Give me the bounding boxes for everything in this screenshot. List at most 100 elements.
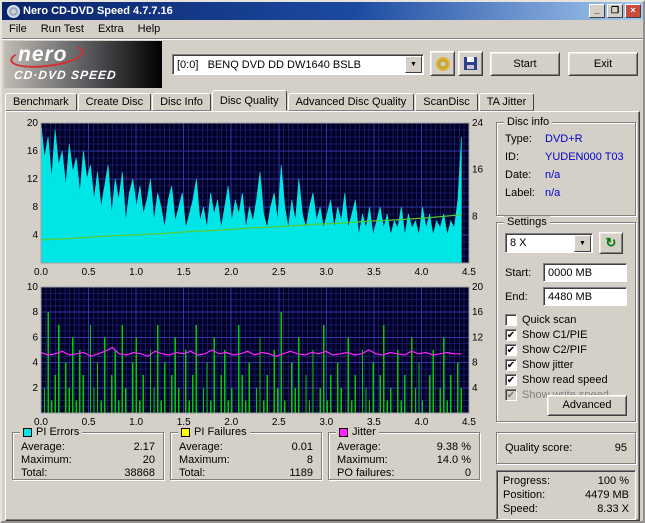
tab-scandisc[interactable]: ScanDisc [415,93,478,111]
svg-text:1.5: 1.5 [177,267,191,278]
show-c2-pif-checkbox[interactable] [505,344,517,356]
refresh-button[interactable]: ↻ [599,232,623,254]
disc-info-label: Type: [505,133,532,145]
progress-value: 100 % [597,475,629,487]
minimize-button[interactable]: _ [589,4,605,18]
checkbox-row-quick-scan[interactable]: Quick scan [505,313,631,327]
disc-date-value: n/a [545,169,561,181]
stat-label: Average: [337,441,381,453]
svg-text:1.0: 1.0 [129,267,143,278]
end-position-field[interactable] [543,287,627,306]
checkbox-label: Show C1/PIE [522,329,588,341]
svg-text:3.0: 3.0 [319,267,333,278]
svg-text:4: 4 [32,358,38,369]
checkbox-row-show-jitter[interactable]: Show jitter [505,358,631,372]
pi-errors-chart: 4 8 12 16 20 8 16 24 0.0 0.5 1.0 1.5 2.0 2.5 3.0 3.5 4.0… [14,118,496,278]
svg-text:8: 8 [472,358,478,369]
stat-value: 1189 [289,467,313,479]
menu-bar: File Run Test Extra Help [2,20,643,39]
tab-ta-jitter[interactable]: TA Jitter [478,93,535,111]
start-position-field[interactable] [543,263,627,282]
svg-text:24: 24 [472,118,484,129]
checkbox-row-show-c2-pif[interactable]: Show C2/PIF [505,343,631,357]
show-jitter-checkbox[interactable] [505,359,517,371]
stat-value: 0.01 [291,441,313,453]
start-button[interactable]: Start [490,52,560,76]
app-window: Nero CD-DVD Speed 4.7.7.16 _ ❐ × File Ru… [0,0,645,523]
svg-text:20: 20 [27,118,39,129]
pi-errors-groupbox: PI Errors Average: 2.17 Maximum: 20 Total:… [12,426,164,480]
close-button[interactable]: × [625,4,641,18]
progress-panel: Progress: 100 % Position: 4479 MB Speed: 8.… [496,470,636,520]
svg-text:4: 4 [472,383,478,394]
speed-label: Speed: [503,503,538,515]
drive-selector[interactable]: [0:0] BENQ DVD DD DW1640 BSLB ▼ [172,54,424,75]
maximize-button[interactable]: ❐ [607,4,623,18]
disc-id-value: YUDEN000 T03 [545,151,624,163]
speed-selector[interactable]: 8 X ▼ [505,233,593,253]
position-label: Position: [503,489,546,501]
quality-score-groupbox: Quality score: 95 [496,432,636,464]
menu-help[interactable]: Help [131,21,168,37]
pi-failures-title: PI Failures [194,426,247,438]
tab-create-disc[interactable]: Create Disc [77,93,152,111]
stat-value: 38868 [124,467,155,479]
svg-text:0.5: 0.5 [82,267,96,278]
stat-label: Maximum: [337,454,388,466]
svg-text:20: 20 [472,282,484,293]
svg-text:3.0: 3.0 [319,417,333,428]
speed-value: 8.33 X [597,503,629,515]
stat-value: 0 [464,467,471,479]
save-icon [464,57,477,70]
checkbox-label: Quick scan [522,314,577,326]
eject-disc-button[interactable] [430,51,455,76]
stat-label: Average: [179,441,223,453]
svg-text:8: 8 [472,211,478,222]
tab-disc-info[interactable]: Disc Info [152,93,211,111]
tab-strip: Benchmark Create Disc Disc Info Disc Qua… [5,90,640,111]
menu-extra[interactable]: Extra [91,21,131,37]
nero-brand-text: nero [18,43,68,66]
tab-disc-quality[interactable]: Disc Quality [211,90,287,111]
disc-hand-icon [435,56,450,71]
exit-button[interactable]: Exit [568,52,638,76]
jitter-title: Jitter [352,426,376,438]
advanced-button[interactable]: Advanced [547,395,627,416]
svg-text:2.0: 2.0 [224,267,238,278]
svg-text:3.5: 3.5 [367,267,381,278]
svg-text:4.5: 4.5 [462,267,476,278]
save-button[interactable] [458,51,483,76]
position-value: 4479 MB [584,489,629,501]
checkbox-row-show-c1-pie[interactable]: Show C1/PIE [505,328,631,342]
quick-scan-checkbox[interactable] [505,314,517,326]
svg-text:4.0: 4.0 [414,267,428,278]
svg-text:4: 4 [32,230,38,241]
svg-text:4.5: 4.5 [462,417,476,428]
svg-text:12: 12 [27,174,39,185]
menu-run-test[interactable]: Run Test [34,21,91,37]
svg-text:6: 6 [32,332,38,343]
nero-subtitle: CD·DVD SPEED [13,68,118,82]
tab-advanced-disc-quality[interactable]: Advanced Disc Quality [287,93,415,111]
nero-logo: nero CD·DVD SPEED [4,41,162,88]
pi-errors-legend: PI Errors [20,426,83,438]
stat-value: 8 [306,454,313,466]
header: nero CD·DVD SPEED [0:0] BENQ DVD DD DW16… [2,40,643,90]
pi-failures-jitter-chart: 2 4 6 8 10 4 8 12 16 20 0.0 0.5 1.0 1.5 2.0 2.5 3.0 3.5 4.… [14,282,496,428]
chevron-down-icon[interactable]: ▼ [405,56,422,73]
checkbox-row-show-read-speed[interactable]: Show read speed [505,373,631,387]
stat-label: Maximum: [179,454,230,466]
pi-failures-legend: PI Failures [178,426,250,438]
stat-value: 14.0 % [436,454,471,466]
menu-file[interactable]: File [2,21,34,37]
app-disc-icon [7,4,20,18]
show-c1-pie-checkbox[interactable] [505,329,517,341]
chevron-down-icon[interactable]: ▼ [574,234,591,252]
stat-label: Maximum: [21,454,72,466]
title-bar[interactable]: Nero CD-DVD Speed 4.7.7.16 _ ❐ × [2,2,643,20]
window-title: Nero CD-DVD Speed 4.7.7.16 [23,5,173,17]
disc-info-label: ID: [505,151,520,163]
tab-benchmark[interactable]: Benchmark [5,93,77,111]
show-read-speed-checkbox[interactable] [505,374,517,386]
stat-label: Total: [179,467,206,479]
